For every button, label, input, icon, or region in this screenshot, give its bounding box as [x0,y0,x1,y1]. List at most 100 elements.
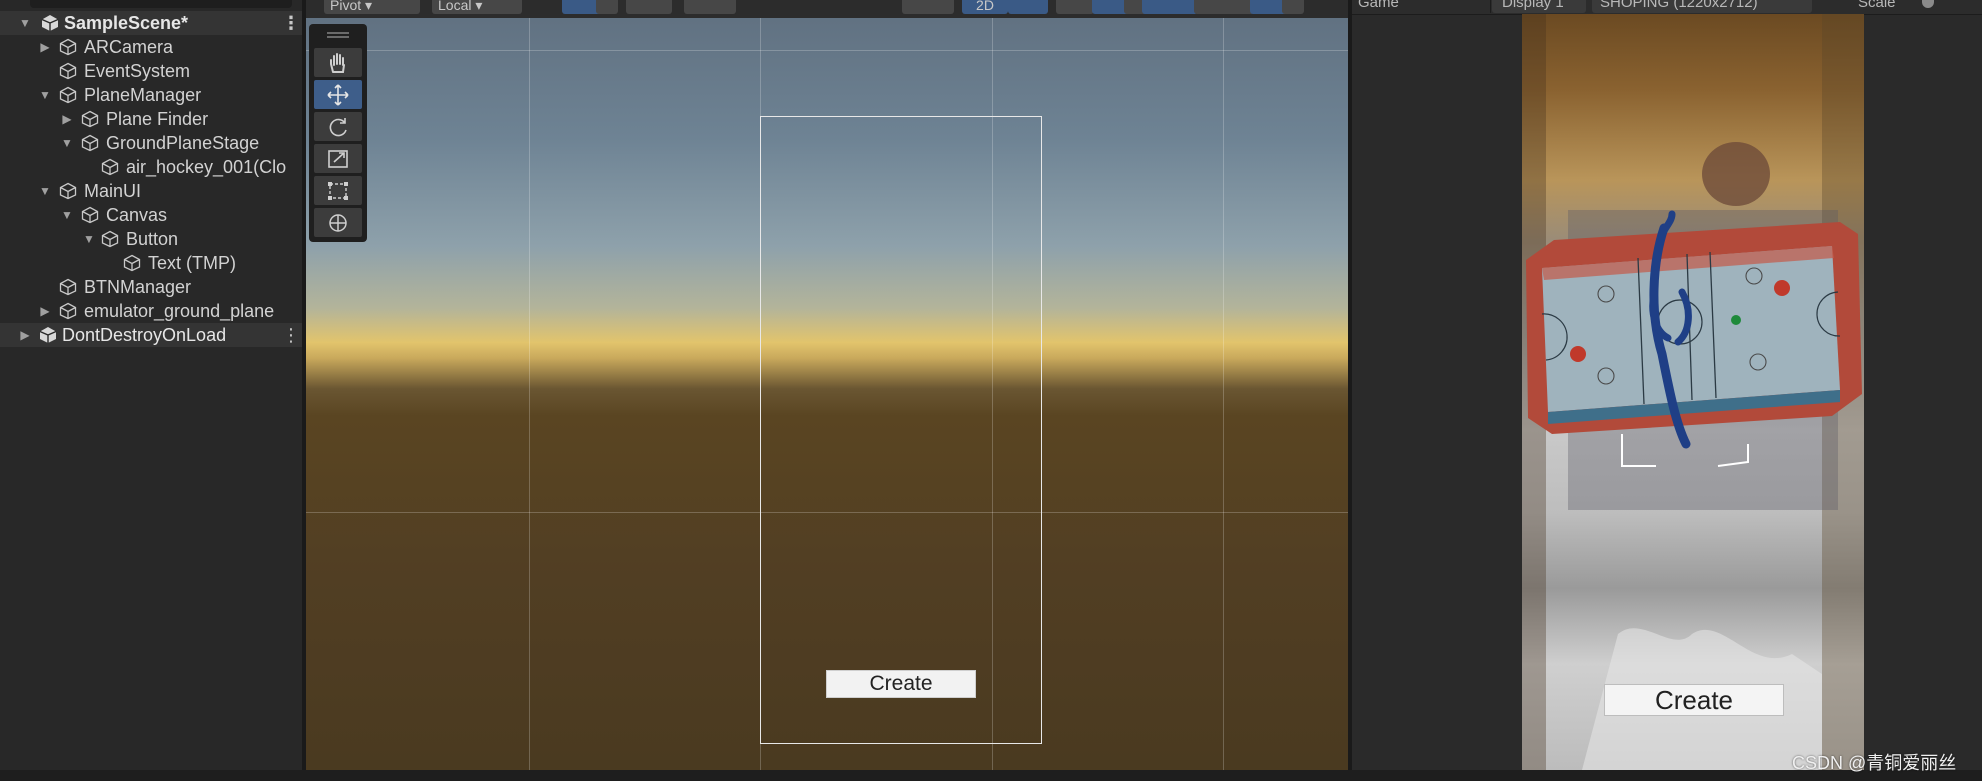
collapse-arrow-icon[interactable]: ▼ [82,227,96,251]
transform-tool-button[interactable] [314,208,362,237]
hierarchy-item-air-hockey[interactable]: air_hockey_001(Clo [0,155,302,179]
scale-slider[interactable]: Scale [1858,0,1982,13]
hierarchy-panel: ▼ SampleScene* ⋮ ▶ ARCamera EventSystem … [0,0,302,770]
hierarchy-item-eventsystem[interactable]: EventSystem [0,59,302,83]
expand-arrow-icon[interactable]: ▶ [38,299,52,323]
gameobject-cube-icon [59,278,77,296]
hierarchy-item-label: Button [126,229,179,249]
hierarchy-item-label: BTNManager [84,277,192,297]
hierarchy-item-text-tmp[interactable]: Text (TMP) [0,251,302,275]
local-label: Local [438,0,472,13]
expand-arrow-icon[interactable]: ▶ [38,35,52,59]
scene-menu-icon[interactable]: ⋮ [282,323,300,347]
hierarchy-item-label: emulator_ground_plane [84,301,275,321]
mode-2d-label: 2D [976,0,994,13]
hierarchy-item-planemanager[interactable]: ▼ PlaneManager [0,83,302,107]
toolbar-separator [1490,0,1491,13]
hierarchy-item-button[interactable]: ▼ Button [0,227,302,251]
hand-icon [330,53,345,73]
hierarchy-item-label: PlaneManager [84,85,202,105]
gameobject-cube-icon [81,134,99,152]
display-label: Display 1 [1502,0,1564,11]
display-dropdown[interactable]: Display 1 [1492,0,1586,13]
game-create-button[interactable]: Create [1604,684,1784,716]
resolution-label: SHOPING (1220x2712) [1600,0,1758,11]
hierarchy-item-emulator-ground-plane[interactable]: ▶ emulator_ground_plane [0,299,302,323]
draw-mode-icon[interactable] [902,0,954,14]
grid-line [306,50,1348,51]
mode-2d-toggle[interactable]: 2D [962,0,1008,14]
hierarchy-scene-row[interactable]: ▼ SampleScene* ⋮ [0,11,302,35]
watermark-text: CSDN @青铜爱丽丝 [1792,753,1957,773]
hierarchy-item-mainui[interactable]: ▼ MainUI [0,179,302,203]
game-tab[interactable]: Game [1358,0,1458,13]
gizmos-dropdown[interactable] [1282,0,1304,14]
pivot-dropdown[interactable]: Pivot ▾ [324,0,420,14]
hierarchy-item-label: EventSystem [84,61,191,81]
resolution-dropdown[interactable]: SHOPING (1220x2712) [1592,0,1812,13]
hierarchy-item-label: Plane Finder [106,109,209,129]
air-hockey-table [1526,142,1862,770]
expand-arrow-icon[interactable]: ▼ [18,11,32,35]
scale-slider-thumb[interactable] [1922,0,1934,8]
hierarchy-item-label: Canvas [106,205,168,225]
scene-create-button[interactable]: Create [826,670,976,698]
hierarchy-item-groundplanestage[interactable]: ▼ GroundPlaneStage [0,131,302,155]
scale-label: Scale [1858,0,1896,11]
status-bar [0,770,1982,781]
hidden-objects-icon[interactable] [1142,0,1198,14]
unity-scene-icon [39,327,57,343]
rect-transform-icon [328,182,348,200]
hierarchy-item-label: ARCamera [84,37,174,57]
audio-icon[interactable] [1056,0,1094,14]
ruler-icon[interactable] [684,0,736,14]
camera-icon[interactable] [1194,0,1254,14]
expand-arrow-icon[interactable]: ▶ [60,107,74,131]
gameobject-cube-icon [101,230,119,248]
move-icon [327,84,349,106]
hierarchy-item-label: air_hockey_001(Clo [126,157,287,177]
transform-icon [329,214,347,232]
rect-tool-button[interactable] [314,176,362,205]
unity-scene-icon [41,15,59,31]
hierarchy-item-label: MainUI [84,181,142,201]
gameobject-cube-icon [59,302,77,320]
expand-arrow-icon[interactable]: ▶ [18,323,32,347]
rotate-tool-button[interactable] [314,112,362,141]
grid-line [529,18,530,770]
gameobject-cube-icon [59,86,77,104]
scale-tool-button[interactable] [314,144,362,173]
collapse-arrow-icon[interactable]: ▼ [38,83,52,107]
gameobject-cube-icon [59,182,77,200]
canvas-bounds-rect [760,116,1042,744]
scene-menu-icon[interactable]: ⋮ [282,11,300,35]
hierarchy-search-bar[interactable] [30,0,292,8]
hand-tool-button[interactable] [314,48,362,77]
game-viewport-camera-feed [1522,14,1864,770]
increment-snap-icon[interactable] [626,0,672,14]
collapse-arrow-icon[interactable]: ▼ [38,179,52,203]
collapse-arrow-icon[interactable]: ▼ [60,131,74,155]
grid-line [1223,18,1224,770]
grid-snap-dropdown[interactable] [596,0,618,14]
collapse-arrow-icon[interactable]: ▼ [60,203,74,227]
gameobject-cube-icon [59,38,77,56]
gameobject-cube-icon [81,206,99,224]
gameobject-cube-icon [81,110,99,128]
hierarchy-item-canvas[interactable]: ▼ Canvas [0,203,302,227]
game-toolbar: Game Display 1 SHOPING (1220x2712) Scale [1352,0,1982,15]
local-dropdown[interactable]: Local ▾ [432,0,522,14]
move-tool-button[interactable] [314,80,362,109]
hierarchy-dontdestroyonload-row[interactable]: ▶ DontDestroyOnLoad ⋮ [0,323,302,347]
hierarchy-item-arcamera[interactable]: ▶ ARCamera [0,35,302,59]
gameobject-cube-icon [59,62,77,80]
rotate-icon [329,118,347,137]
palette-grip[interactable] [327,32,349,34]
hierarchy-item-btnmanager[interactable]: BTNManager [0,275,302,299]
tools-palette [309,24,367,242]
hierarchy-item-plane-finder[interactable]: ▶ Plane Finder [0,107,302,131]
hierarchy-item-label: Text (TMP) [148,253,236,273]
lighting-icon[interactable] [1008,0,1048,14]
scene-view[interactable]: Create [306,0,1348,770]
hierarchy-item-label: DontDestroyOnLoad [62,325,227,345]
